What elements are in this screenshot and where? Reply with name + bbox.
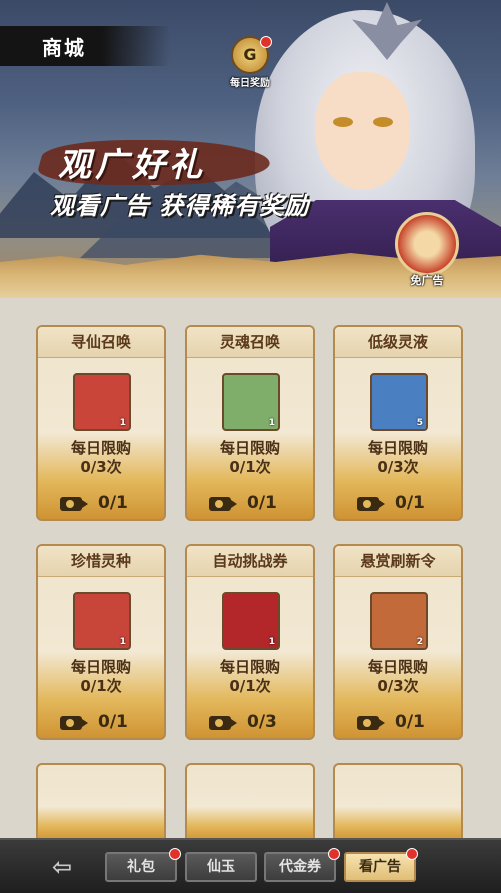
item-quantity: 2 <box>416 637 423 647</box>
banner-title: 观广好礼 <box>58 145 206 184</box>
card-title: 灵魂召唤 <box>187 327 313 358</box>
limit-count: 0/1次 <box>80 677 122 695</box>
ad-count: 0/3 <box>247 712 277 732</box>
limit-count: 0/3次 <box>377 458 419 476</box>
reward-card[interactable]: 低级灵液 5 每日限购 0/3次 0/1 <box>333 325 463 521</box>
item-quantity: 5 <box>416 418 423 428</box>
tab-gift-pack[interactable]: 礼包 <box>105 852 177 882</box>
back-arrow-icon[interactable]: ⇦ <box>52 853 72 881</box>
notification-dot <box>406 848 418 860</box>
video-camera-icon <box>60 716 88 730</box>
character-face <box>315 72 410 190</box>
bounty-refresh-icon: 2 <box>370 592 428 650</box>
bottom-tab-bar: ⇦ 礼包 仙玉 代金券 看广告 <box>0 838 501 893</box>
shop-title-bar: 商城 <box>0 26 170 66</box>
page-title: 商城 <box>42 36 86 60</box>
tab-label: 看广告 <box>359 859 401 875</box>
item-quantity: 1 <box>268 637 275 647</box>
challenge-ticket-icon: 1 <box>222 592 280 650</box>
reward-card[interactable]: 自动挑战券 1 每日限购 0/1次 0/3 <box>185 544 315 740</box>
daily-reward-button[interactable]: G 每日奖励 <box>222 36 278 89</box>
watch-ad-button[interactable]: 0/1 <box>38 493 164 517</box>
card-title: 低级灵液 <box>335 327 461 358</box>
daily-reward-label: 每日奖励 <box>230 78 270 89</box>
limit-count: 0/1次 <box>229 677 271 695</box>
no-ads-label: 免广告 <box>410 274 444 287</box>
card-title: 寻仙召唤 <box>38 327 164 358</box>
eye <box>333 117 353 127</box>
watch-ad-button[interactable]: 0/1 <box>38 712 164 736</box>
limit-label: 每日限购 <box>367 658 428 676</box>
card-title: 悬赏刷新令 <box>335 546 461 577</box>
banner-subtitle: 观看广告 获得稀有奖励 <box>50 192 310 220</box>
limit-label: 每日限购 <box>70 439 131 457</box>
notification-dot <box>260 36 272 48</box>
ad-count: 0/1 <box>247 493 277 513</box>
card-title: 珍惜灵种 <box>38 546 164 577</box>
video-camera-icon <box>209 716 237 730</box>
reward-card[interactable]: 珍惜灵种 1 每日限购 0/1次 0/1 <box>36 544 166 740</box>
item-quantity: 1 <box>119 418 126 428</box>
tab-jade[interactable]: 仙玉 <box>185 852 257 882</box>
spirit-seed-icon: 1 <box>73 592 131 650</box>
video-camera-icon <box>60 497 88 511</box>
watch-ad-button[interactable]: 0/1 <box>335 493 461 517</box>
tab-label: 仙玉 <box>207 859 235 875</box>
ad-count: 0/1 <box>395 712 425 732</box>
reward-card[interactable]: 灵魂召唤 1 每日限购 0/1次 0/1 <box>185 325 315 521</box>
limit-label: 每日限购 <box>219 658 280 676</box>
limit-count: 0/3次 <box>377 677 419 695</box>
item-quantity: 1 <box>268 418 275 428</box>
notification-dot <box>169 848 181 860</box>
reward-card[interactable]: 悬赏刷新令 2 每日限购 0/3次 0/1 <box>333 544 463 740</box>
tab-label: 代金券 <box>279 859 321 875</box>
limit-label: 每日限购 <box>219 439 280 457</box>
notification-dot <box>328 848 340 860</box>
potion-vase-icon: 5 <box>370 373 428 431</box>
limit-label: 每日限购 <box>367 439 428 457</box>
tab-watch-ads[interactable]: 看广告 <box>344 852 416 882</box>
no-ads-button[interactable]: 免广告 <box>392 212 462 292</box>
soul-summon-icon: 1 <box>222 373 280 431</box>
watch-ad-button[interactable]: 0/1 <box>335 712 461 736</box>
ad-count: 0/1 <box>98 493 128 513</box>
limit-count: 0/3次 <box>80 458 122 476</box>
reward-card-partial[interactable] <box>333 763 463 843</box>
summon-scroll-icon: 1 <box>73 373 131 431</box>
limit-count: 0/1次 <box>229 458 271 476</box>
limit-label: 每日限购 <box>70 658 131 676</box>
tab-label: 礼包 <box>127 859 155 875</box>
item-quantity: 1 <box>119 637 126 647</box>
tab-voucher[interactable]: 代金券 <box>264 852 336 882</box>
reward-card-partial[interactable] <box>36 763 166 843</box>
ad-count: 0/1 <box>395 493 425 513</box>
video-camera-icon <box>357 497 385 511</box>
reward-card[interactable]: 寻仙召唤 1 每日限购 0/3次 0/1 <box>36 325 166 521</box>
ad-banner: 商城 G 每日奖励 观广好礼 观看广告 获得稀有奖励 免广告 <box>0 0 501 298</box>
video-camera-icon <box>209 497 237 511</box>
no-ads-icon <box>395 212 459 276</box>
ad-reward-grid: 寻仙召唤 1 每日限购 0/3次 0/1 灵魂召唤 1 每日限购 0/1次 0/… <box>0 298 501 843</box>
reward-card-partial[interactable] <box>185 763 315 843</box>
video-camera-icon <box>357 716 385 730</box>
ad-count: 0/1 <box>98 712 128 732</box>
watch-ad-button[interactable]: 0/3 <box>187 712 313 736</box>
watch-ad-button[interactable]: 0/1 <box>187 493 313 517</box>
eye <box>373 117 393 127</box>
card-title: 自动挑战券 <box>187 546 313 577</box>
